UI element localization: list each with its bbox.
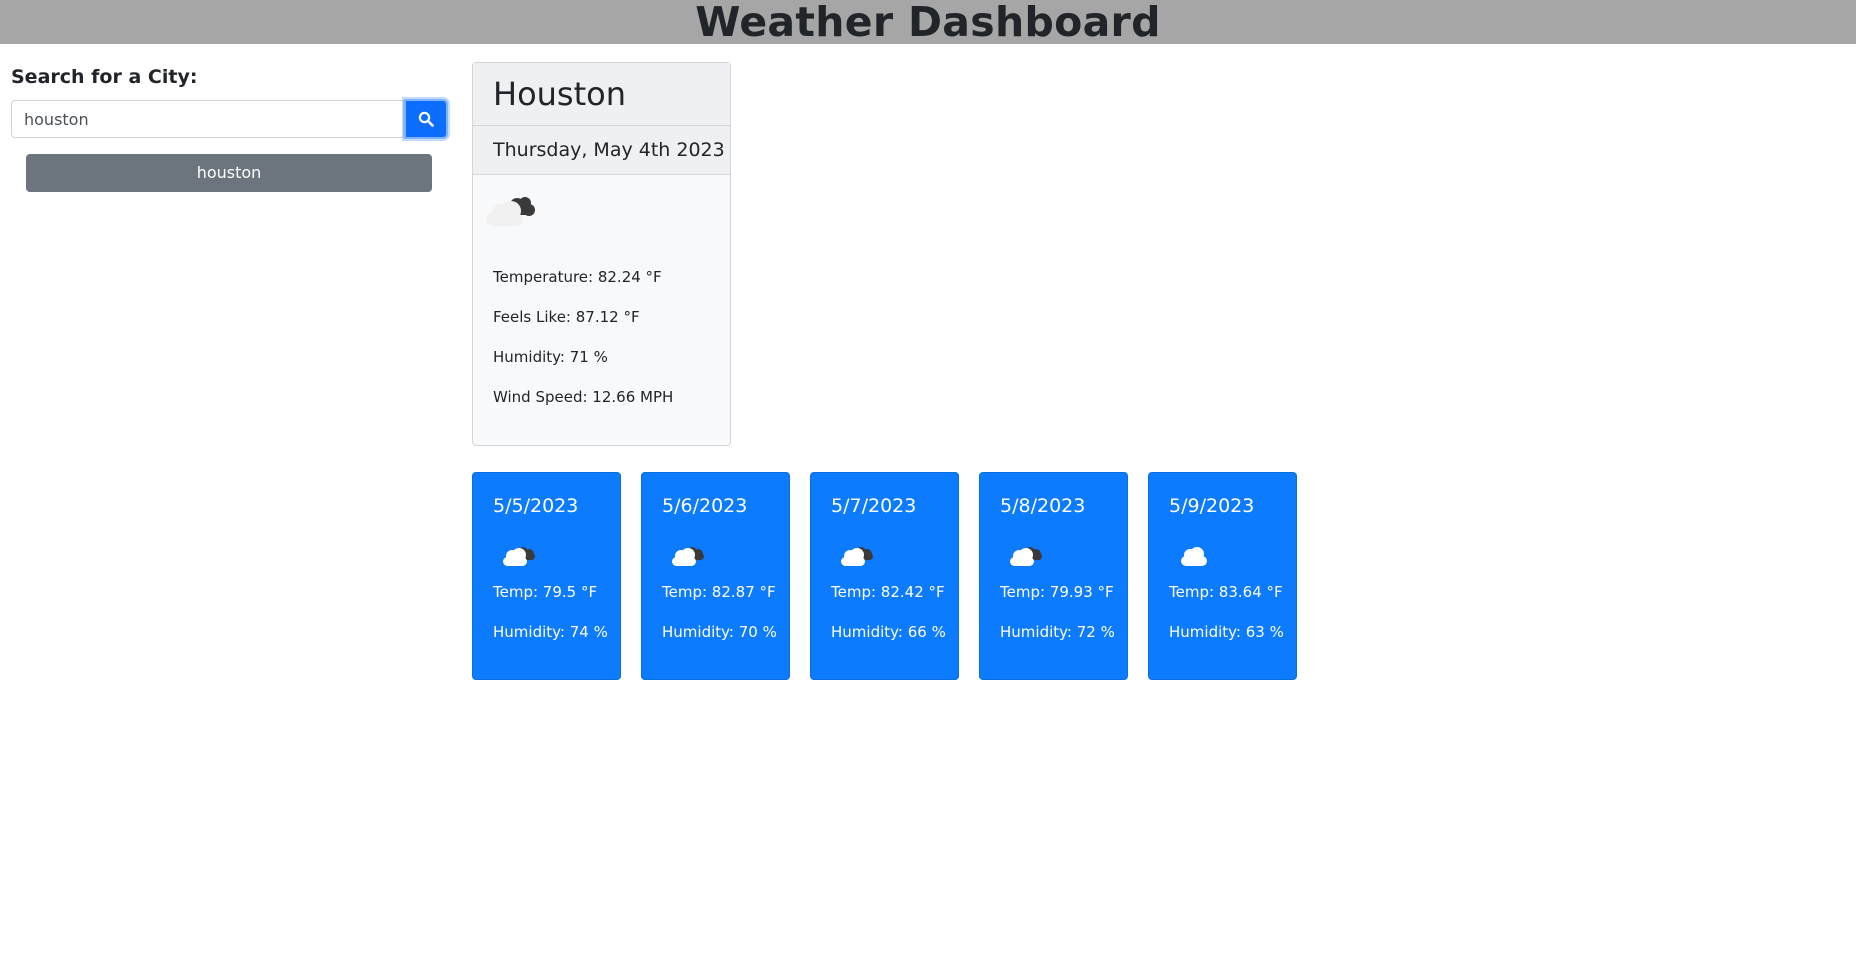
- cloud-icon: [1181, 547, 1207, 566]
- current-date: Thursday, May 4th 2023: [473, 126, 730, 175]
- current-temperature: Temperature: 82.24 °F: [493, 268, 662, 286]
- forecast-humidity: Humidity: 66 %: [831, 623, 946, 641]
- forecast-card: 5/6/2023 Temp: 82.87 °F Humidity: 70 %: [641, 472, 790, 680]
- broken-clouds-icon: [672, 547, 704, 566]
- forecast-temp: Temp: 82.87 °F: [662, 583, 776, 601]
- current-humidity: Humidity: 71 %: [493, 348, 608, 366]
- search-icon: [418, 111, 434, 127]
- current-wind-speed: Wind Speed: 12.66 MPH: [493, 388, 674, 406]
- forecast-date: 5/8/2023: [1000, 495, 1086, 517]
- forecast-temp: Temp: 79.5 °F: [493, 583, 598, 601]
- forecast-card: 5/7/2023 Temp: 82.42 °F Humidity: 66 %: [810, 472, 959, 680]
- forecast-humidity: Humidity: 74 %: [493, 623, 608, 641]
- broken-clouds-icon: [486, 197, 535, 226]
- current-weather-card: Houston Thursday, May 4th 2023 Temperatu…: [472, 62, 731, 446]
- forecast-card: 5/5/2023 Temp: 79.5 °F Humidity: 74 %: [472, 472, 621, 680]
- forecast-card: 5/8/2023 Temp: 79.93 °F Humidity: 72 %: [979, 472, 1128, 680]
- broken-clouds-icon: [503, 547, 535, 566]
- forecast-date: 5/5/2023: [493, 495, 579, 517]
- forecast-temp: Temp: 83.64 °F: [1169, 583, 1283, 601]
- broken-clouds-icon: [1010, 547, 1042, 566]
- page-header: Weather Dashboard: [0, 0, 1856, 44]
- current-feels-like: Feels Like: 87.12 °F: [493, 308, 640, 326]
- forecast-temp: Temp: 82.42 °F: [831, 583, 945, 601]
- forecast-humidity: Humidity: 72 %: [1000, 623, 1115, 641]
- search-history-button[interactable]: houston: [26, 154, 432, 192]
- forecast-date: 5/9/2023: [1169, 495, 1255, 517]
- city-search-input[interactable]: [11, 100, 404, 138]
- search-label: Search for a City:: [11, 66, 198, 88]
- forecast-date: 5/7/2023: [831, 495, 917, 517]
- page-title: Weather Dashboard: [695, 0, 1161, 46]
- broken-clouds-icon: [841, 547, 873, 566]
- search-button[interactable]: [404, 99, 448, 139]
- current-city-name: Houston: [473, 63, 730, 126]
- forecast-temp: Temp: 79.93 °F: [1000, 583, 1114, 601]
- forecast-humidity: Humidity: 70 %: [662, 623, 777, 641]
- forecast-date: 5/6/2023: [662, 495, 748, 517]
- forecast-humidity: Humidity: 63 %: [1169, 623, 1284, 641]
- forecast-card: 5/9/2023 Temp: 83.64 °F Humidity: 63 %: [1148, 472, 1297, 680]
